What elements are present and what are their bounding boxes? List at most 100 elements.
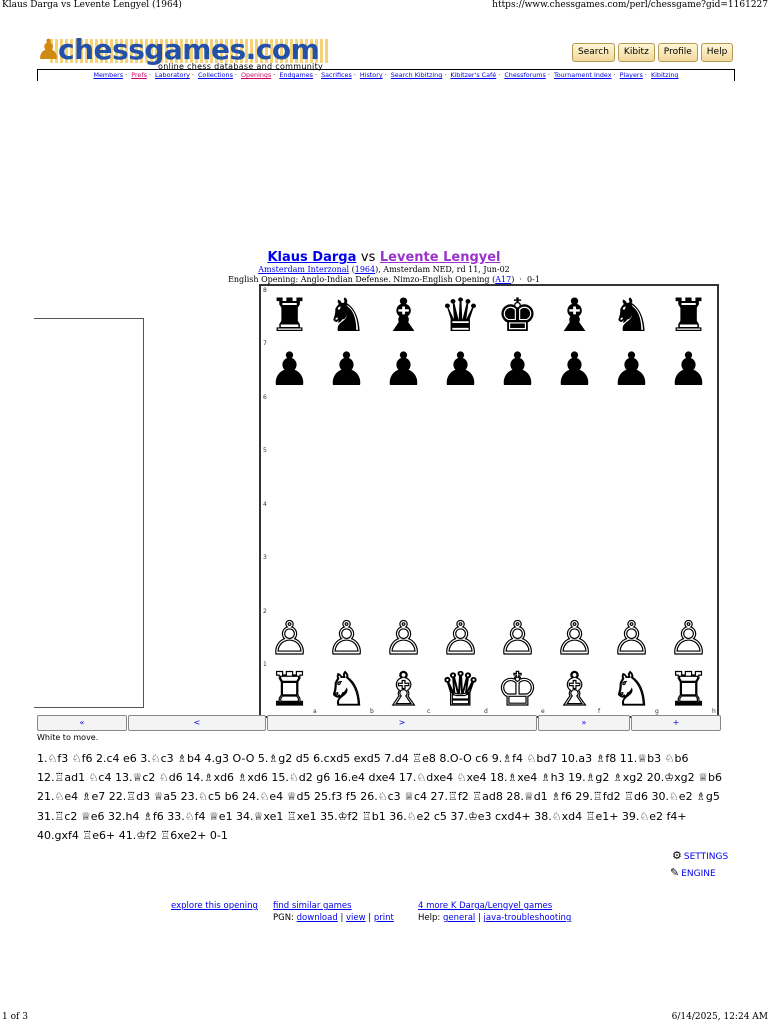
eco-link[interactable]: A17 <box>495 275 511 284</box>
white-pawn[interactable]: ♙ <box>660 611 717 665</box>
chess-board[interactable]: 8 7 6 5 4 3 2 1 a b c d e f g h ♜ ♞ ♝ ♛ … <box>259 284 719 718</box>
first-move-button[interactable]: « <box>37 715 127 731</box>
rank-label: 5 <box>263 447 267 454</box>
game-title: Klaus Darga vs Levente Lengyel <box>0 250 768 265</box>
white-rook[interactable]: ♖ <box>261 662 318 716</box>
profile-button[interactable]: Profile <box>657 43 698 62</box>
site-nav: Members · Prefs · Laboratory · Collections ·… <box>37 69 735 81</box>
black-bishop[interactable]: ♝ <box>375 288 432 342</box>
nav-prefs[interactable]: Prefs <box>131 71 147 79</box>
vs-label: vs <box>360 250 376 265</box>
print-datetime: 6/14/2025, 12:24 AM <box>671 1012 768 1022</box>
pgn-label: PGN: <box>273 913 294 923</box>
nav-collections[interactable]: Collections <box>198 71 233 79</box>
black-rook[interactable]: ♜ <box>660 288 717 342</box>
nav-endgames[interactable]: Endgames <box>279 71 313 79</box>
white-pawn[interactable]: ♙ <box>603 611 660 665</box>
white-pawn[interactable]: ♙ <box>375 611 432 665</box>
more-games-link[interactable]: 4 more K Darga/Lengyel games <box>418 901 552 911</box>
move-navigation: « < > » + <box>37 715 721 731</box>
help-label: Help: <box>418 913 441 923</box>
help-button[interactable]: Help <box>700 43 734 62</box>
game-event-line: Amsterdam Interzonal (1964), Amsterdam N… <box>258 265 510 274</box>
help-java-link[interactable]: java-troubleshooting <box>484 913 572 923</box>
print-title: Klaus Darga vs Levente Lengyel (1964) <box>2 0 182 10</box>
white-king[interactable]: ♔ <box>489 662 546 716</box>
to-move-status: White to move. <box>37 733 99 742</box>
white-rook[interactable]: ♖ <box>660 662 717 716</box>
print-header: Klaus Darga vs Levente Lengyel (1964) ht… <box>0 0 768 12</box>
year-link[interactable]: 1964 <box>355 265 375 274</box>
opening-line: English Opening: Anglo-Indian Defense. N… <box>228 275 540 284</box>
black-pawn[interactable]: ♟ <box>489 342 546 396</box>
flip-board-button[interactable]: + <box>631 715 721 731</box>
nav-openings[interactable]: Openings <box>241 71 271 79</box>
print-footer: 1 of 3 6/14/2025, 12:24 AM <box>0 1012 768 1024</box>
top-buttons: Search Kibitz Profile Help <box>572 43 735 62</box>
print-url: https://www.chessgames.com/perl/chessgam… <box>492 0 768 10</box>
black-pawn[interactable]: ♟ <box>375 342 432 396</box>
print-page-count: 1 of 3 <box>2 1012 28 1022</box>
black-pawn[interactable]: ♟ <box>261 342 318 396</box>
black-pawn[interactable]: ♟ <box>603 342 660 396</box>
move-list[interactable]: 1.♘f3 ♘f6 2.c4 e6 3.♘c3 ♗b4 4.g3 O-O 5.♗… <box>37 749 727 845</box>
black-player-link[interactable]: Levente Lengyel <box>380 250 501 265</box>
left-panel <box>34 318 144 708</box>
black-pawn[interactable]: ♟ <box>660 342 717 396</box>
black-pawn[interactable]: ♟ <box>546 342 603 396</box>
nav-chessforums[interactable]: Chessforums <box>504 71 546 79</box>
white-pawn[interactable]: ♙ <box>432 611 489 665</box>
nav-kibitzers-cafe[interactable]: Kibitzer's Café <box>450 71 496 79</box>
kibitz-button[interactable]: Kibitz <box>617 43 655 62</box>
settings-link[interactable]: ⚙ SETTINGS <box>672 849 728 862</box>
white-player-link[interactable]: Klaus Darga <box>267 250 356 265</box>
black-queen[interactable]: ♛ <box>432 288 489 342</box>
black-pawn[interactable]: ♟ <box>432 342 489 396</box>
site-nav-links: Members · Prefs · Laboratory · Collections ·… <box>93 71 679 79</box>
white-pawn[interactable]: ♙ <box>261 611 318 665</box>
help-row: Help: general | java-troubleshooting <box>418 913 572 923</box>
engine-link[interactable]: ✎ ENGINE <box>670 866 716 879</box>
nav-history[interactable]: History <box>360 71 383 79</box>
event-link[interactable]: Amsterdam Interzonal <box>258 265 349 274</box>
find-similar-link[interactable]: find similar games <box>273 901 352 911</box>
black-rook[interactable]: ♜ <box>261 288 318 342</box>
black-pawn[interactable]: ♟ <box>318 342 375 396</box>
nav-search-kibitzing[interactable]: Search Kibitzing <box>391 71 443 79</box>
result-text: 0-1 <box>527 275 540 284</box>
white-knight[interactable]: ♘ <box>603 662 660 716</box>
white-pawn[interactable]: ♙ <box>318 611 375 665</box>
nav-players[interactable]: Players <box>620 71 643 79</box>
nav-kibitzing[interactable]: Kibitzing <box>651 71 679 79</box>
rank-label: 3 <box>263 554 267 561</box>
edit-icon: ✎ <box>670 866 680 879</box>
white-bishop[interactable]: ♗ <box>375 662 432 716</box>
white-queen[interactable]: ♕ <box>432 662 489 716</box>
pgn-view-link[interactable]: view <box>346 913 366 923</box>
white-pawn[interactable]: ♙ <box>546 611 603 665</box>
nav-sacrifices[interactable]: Sacrifices <box>321 71 352 79</box>
opening-name: English Opening: Anglo-Indian Defense. N… <box>228 275 490 284</box>
nav-members[interactable]: Members <box>93 71 123 79</box>
black-king[interactable]: ♚ <box>489 288 546 342</box>
white-pawn[interactable]: ♙ <box>489 611 546 665</box>
nav-tournament-index[interactable]: Tournament Index <box>554 71 612 79</box>
last-move-button[interactable]: » <box>538 715 630 731</box>
gear-icon: ⚙ <box>672 849 682 862</box>
pgn-download-link[interactable]: download <box>297 913 338 923</box>
help-general-link[interactable]: general <box>443 913 475 923</box>
black-knight[interactable]: ♞ <box>603 288 660 342</box>
search-button[interactable]: Search <box>572 43 615 62</box>
pgn-print-link[interactable]: print <box>374 913 394 923</box>
engine-label: ENGINE <box>681 869 716 879</box>
white-bishop[interactable]: ♗ <box>546 662 603 716</box>
rank-label: 4 <box>263 501 267 508</box>
next-move-button[interactable]: > <box>267 715 537 731</box>
explore-opening-link[interactable]: explore this opening <box>171 901 258 911</box>
nav-laboratory[interactable]: Laboratory <box>155 71 190 79</box>
previous-move-button[interactable]: < <box>128 715 266 731</box>
black-bishop[interactable]: ♝ <box>546 288 603 342</box>
black-knight[interactable]: ♞ <box>318 288 375 342</box>
site-logo[interactable]: ♟ chessgames.com online chess database a… <box>36 33 328 73</box>
white-knight[interactable]: ♘ <box>318 662 375 716</box>
